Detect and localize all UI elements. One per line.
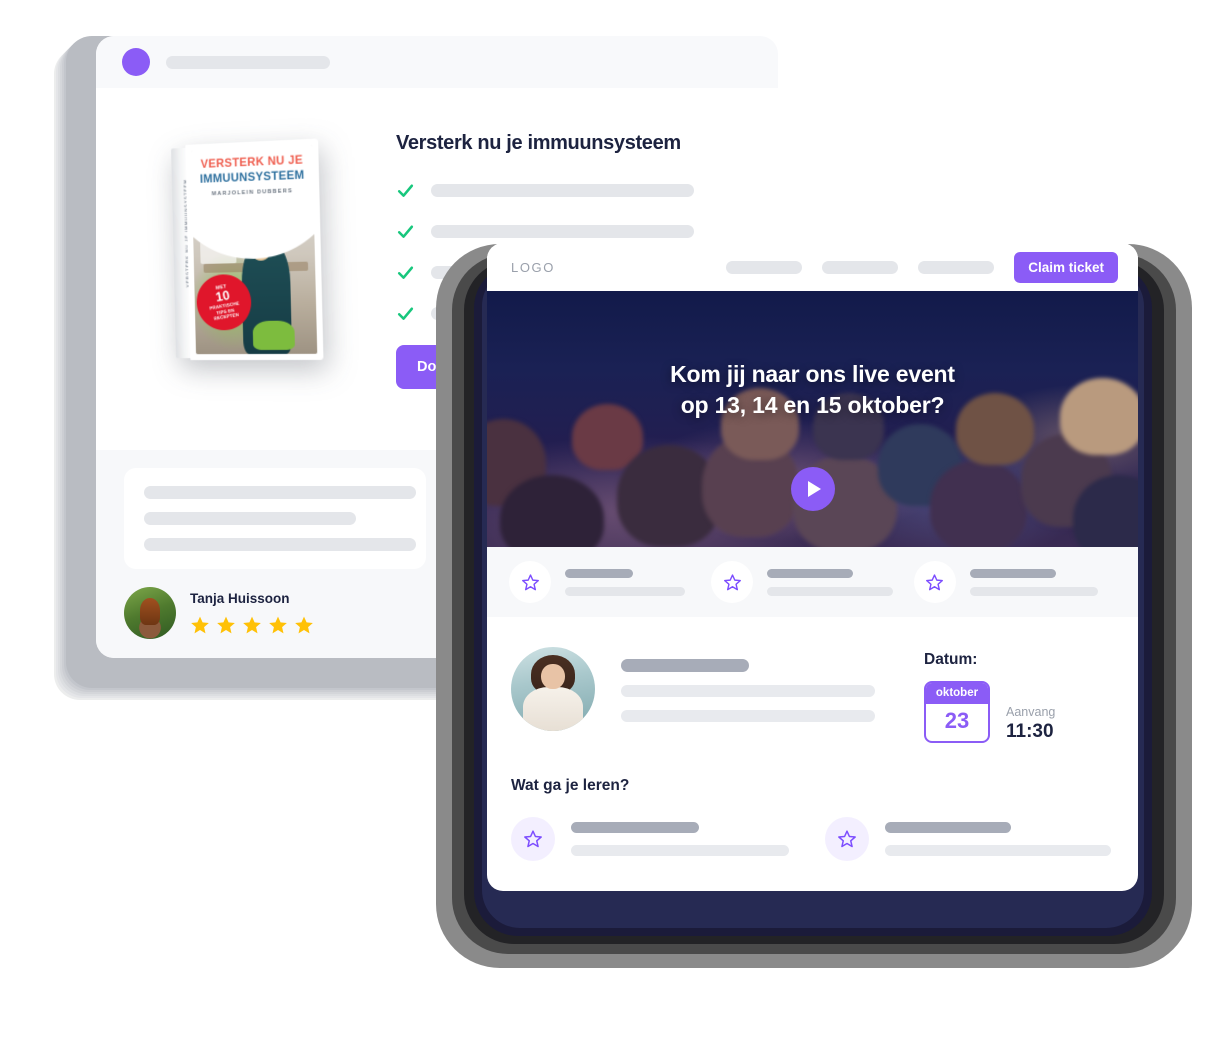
learn-item bbox=[511, 817, 801, 861]
check-icon bbox=[396, 181, 415, 200]
learn-placeholder-lines bbox=[884, 822, 1115, 856]
learn-placeholder-lines bbox=[571, 822, 801, 856]
learn-item bbox=[824, 817, 1115, 861]
star-outline-icon bbox=[913, 561, 956, 603]
event-card: LOGO Claim ticket Kom jij naar ons live … bbox=[487, 243, 1138, 891]
star-filled-icon bbox=[242, 615, 262, 635]
book-cover-wrapper: VERSTERK NU JE IMMUUNSYSTEEM MARJOLEIN D… bbox=[96, 132, 396, 389]
start-time-block: Aanvang 11:30 bbox=[1006, 705, 1055, 743]
event-date-block: Datum: oktober 23 Aanvang 11:30 bbox=[924, 647, 1114, 743]
star-outline-icon bbox=[509, 561, 551, 603]
date-row: oktober 23 Aanvang 11:30 bbox=[924, 681, 1114, 743]
star-outline-icon bbox=[511, 817, 555, 861]
hero-title-line2: op 13, 14 en 15 oktober? bbox=[680, 392, 945, 419]
benefit-placeholder-bar bbox=[431, 184, 694, 197]
star-outline-icon bbox=[711, 561, 754, 603]
star-outline-icon bbox=[824, 817, 869, 861]
learn-title: Wat ga je leren? bbox=[511, 777, 630, 794]
speaker-face bbox=[541, 663, 565, 689]
star-filled-icon bbox=[190, 615, 210, 635]
start-time-value: 11:30 bbox=[1006, 721, 1054, 742]
review-placeholder-bar bbox=[144, 486, 416, 499]
review-placeholder-bar bbox=[144, 512, 356, 525]
speaker-section: Datum: oktober 23 Aanvang 11:30 bbox=[487, 617, 1138, 743]
play-button[interactable] bbox=[790, 467, 835, 511]
nav-link-placeholder[interactable] bbox=[918, 260, 995, 274]
event-hero: Kom jij naar ons live event op 13, 14 en… bbox=[487, 291, 1138, 547]
event-navbar: LOGO Claim ticket bbox=[487, 243, 1138, 291]
ebook-card-topbar bbox=[96, 36, 778, 88]
topbar-placeholder-bar bbox=[166, 55, 330, 69]
check-icon bbox=[396, 304, 415, 323]
hero-title: Kom jij naar ons live event op 13, 14 en… bbox=[487, 359, 1138, 421]
play-icon bbox=[807, 481, 821, 497]
feature-placeholder-lines bbox=[565, 568, 685, 596]
ebook-heading: Versterk nu je immuunsysteem bbox=[396, 132, 681, 154]
star-filled-icon bbox=[216, 615, 236, 635]
star-filled-icon bbox=[294, 615, 314, 635]
feature-item bbox=[509, 561, 711, 603]
calendar-month: oktober bbox=[926, 683, 988, 704]
calendar-day: 23 bbox=[944, 708, 970, 733]
benefit-row bbox=[396, 222, 738, 241]
hero-title-line1: Kom jij naar ons live event bbox=[670, 361, 955, 387]
check-icon bbox=[396, 222, 415, 241]
date-label: Datum: bbox=[924, 651, 978, 668]
benefit-placeholder-bar bbox=[431, 225, 694, 238]
start-time-label: Aanvang bbox=[1006, 705, 1056, 719]
nav-link-placeholder[interactable] bbox=[726, 260, 803, 274]
star-rating bbox=[190, 615, 314, 635]
feature-placeholder-lines bbox=[969, 568, 1098, 596]
feature-item bbox=[711, 561, 913, 603]
review-author-name: Tanja Huissoon bbox=[190, 591, 290, 606]
benefit-row bbox=[396, 181, 738, 200]
review-author: Tanja Huissoon bbox=[124, 587, 426, 639]
brand-dot-icon bbox=[122, 48, 150, 76]
avatar bbox=[124, 587, 176, 639]
claim-ticket-button[interactable]: Claim ticket bbox=[1014, 251, 1118, 283]
feature-placeholder-lines bbox=[767, 568, 894, 596]
speaker-avatar bbox=[511, 647, 595, 731]
calendar-widget: oktober 23 bbox=[924, 681, 990, 743]
learn-section: Wat ga je leren? bbox=[487, 743, 1138, 861]
nav-links bbox=[726, 260, 995, 274]
logo-text[interactable]: LOGO bbox=[511, 260, 555, 275]
speaker-placeholder-lines bbox=[595, 647, 924, 722]
review-card bbox=[124, 468, 426, 569]
book-cover: VERSTERK NU JE IMMUUNSYSTEEM MARJOLEIN D… bbox=[171, 138, 324, 361]
star-filled-icon bbox=[268, 615, 288, 635]
review-placeholder-bar bbox=[144, 538, 416, 551]
feature-strip bbox=[487, 547, 1138, 617]
check-icon bbox=[396, 263, 415, 282]
mockup-stage: VERSTERK NU JE IMMUUNSYSTEEM MARJOLEIN D… bbox=[0, 0, 1220, 1056]
learn-item-list bbox=[511, 817, 1114, 861]
book-front-face: VERSTERK NU JE IMMUUNSYSTEEM MARJOLEIN D… bbox=[185, 138, 324, 361]
feature-item bbox=[913, 561, 1116, 603]
nav-link-placeholder[interactable] bbox=[822, 260, 899, 274]
